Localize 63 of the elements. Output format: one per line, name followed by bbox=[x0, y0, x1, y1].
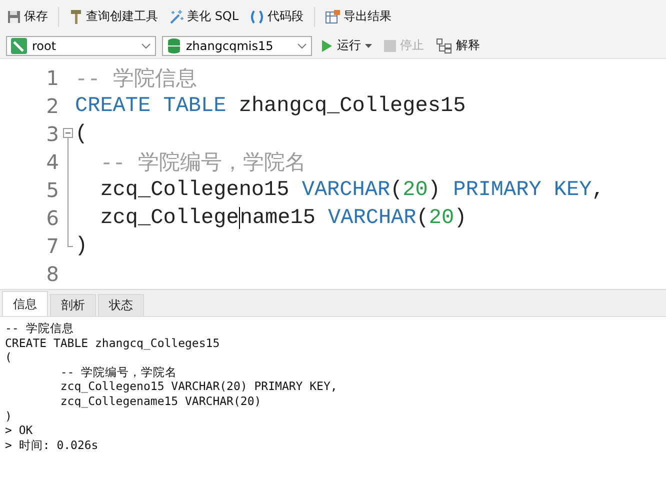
output-line: -- 学院编号，学院名 bbox=[59, 364, 178, 380]
line-number: 7 bbox=[45, 234, 59, 258]
caret-icon bbox=[365, 44, 372, 48]
code-token: zcq_Collegeno15 bbox=[99, 178, 290, 202]
line-number: 3 bbox=[45, 122, 59, 146]
parentheses-icon bbox=[248, 8, 265, 24]
chevron-down-icon bbox=[141, 42, 151, 48]
output-line: > OK bbox=[5, 423, 34, 438]
code-token: ) bbox=[75, 234, 88, 258]
line-number: 5 bbox=[45, 178, 59, 202]
output-line: zcq_Collegeno15 VARCHAR(20) PRIMARY KEY, bbox=[59, 379, 338, 394]
toolbar-button[interactable]: 查询创建工具 bbox=[66, 6, 161, 27]
code-token: , bbox=[592, 178, 604, 202]
code-token: zhangcq_Colleges15 bbox=[238, 94, 466, 118]
connection-dropdown[interactable]: root bbox=[6, 36, 156, 56]
output-line: ) bbox=[5, 408, 13, 424]
output-line: -- 学院信息 bbox=[5, 321, 75, 336]
code-token: PRIMARY KEY bbox=[453, 178, 592, 202]
output-line: ( bbox=[5, 350, 13, 365]
result-tab[interactable]: 剖析 bbox=[50, 294, 96, 316]
line-number: 6 bbox=[45, 206, 59, 230]
line-number: 1 bbox=[45, 66, 59, 90]
database-dropdown[interactable]: zhangcqmis15 bbox=[162, 36, 312, 56]
code-token: -- 学院编号，学院名 bbox=[99, 150, 306, 176]
line-number: 8 bbox=[45, 262, 59, 286]
code-token: ) bbox=[454, 206, 467, 230]
code-token: ( bbox=[416, 206, 429, 230]
code-token: -- 学院信息 bbox=[75, 66, 197, 92]
line-number: 4 bbox=[45, 150, 59, 174]
code-token: 20 bbox=[402, 178, 428, 202]
result-tab[interactable]: 信息 bbox=[2, 291, 48, 316]
toolbar-button[interactable]: 解释 bbox=[433, 36, 483, 55]
result-tab[interactable]: 状态 bbox=[98, 294, 144, 316]
toolbar-button[interactable]: 代码段 bbox=[246, 6, 307, 27]
toolbar-button[interactable]: 运行 bbox=[318, 36, 375, 55]
code-token: ( bbox=[75, 122, 88, 146]
connection-icon bbox=[11, 38, 27, 54]
code-token: VARCHAR bbox=[328, 206, 416, 230]
code-token: CREATE TABLE bbox=[75, 94, 226, 118]
fold-toggle-icon[interactable] bbox=[63, 128, 73, 148]
code-token: zcq_College bbox=[99, 206, 239, 230]
output-line: > 时间: 0.026s bbox=[5, 438, 100, 452]
save-icon bbox=[7, 10, 21, 24]
database-icon bbox=[167, 38, 181, 54]
play-icon bbox=[321, 38, 333, 52]
code-token: 20 bbox=[428, 206, 454, 230]
toolbar-button[interactable]: 保存 bbox=[4, 6, 51, 27]
diagram-icon bbox=[436, 38, 452, 54]
code-token: VARCHAR bbox=[302, 178, 390, 202]
toolbar-button[interactable]: 导出结果 bbox=[322, 6, 395, 27]
code-token: name15 bbox=[240, 206, 316, 230]
hammer-icon bbox=[69, 8, 83, 24]
table-export-icon bbox=[324, 8, 341, 24]
code-token: ) bbox=[428, 178, 442, 202]
chevron-down-icon bbox=[297, 42, 307, 48]
line-number: 2 bbox=[45, 94, 59, 118]
text-cursor bbox=[238, 207, 240, 229]
toolbar-button[interactable]: 美化 SQL bbox=[165, 6, 242, 27]
stop-icon bbox=[384, 40, 396, 52]
output-line: zcq_Collegename15 VARCHAR(20) bbox=[59, 394, 262, 409]
code-token: ( bbox=[390, 178, 403, 202]
output-line: CREATE TABLE zhangcq_Colleges15 bbox=[5, 336, 221, 350]
wand-icon bbox=[168, 8, 184, 24]
